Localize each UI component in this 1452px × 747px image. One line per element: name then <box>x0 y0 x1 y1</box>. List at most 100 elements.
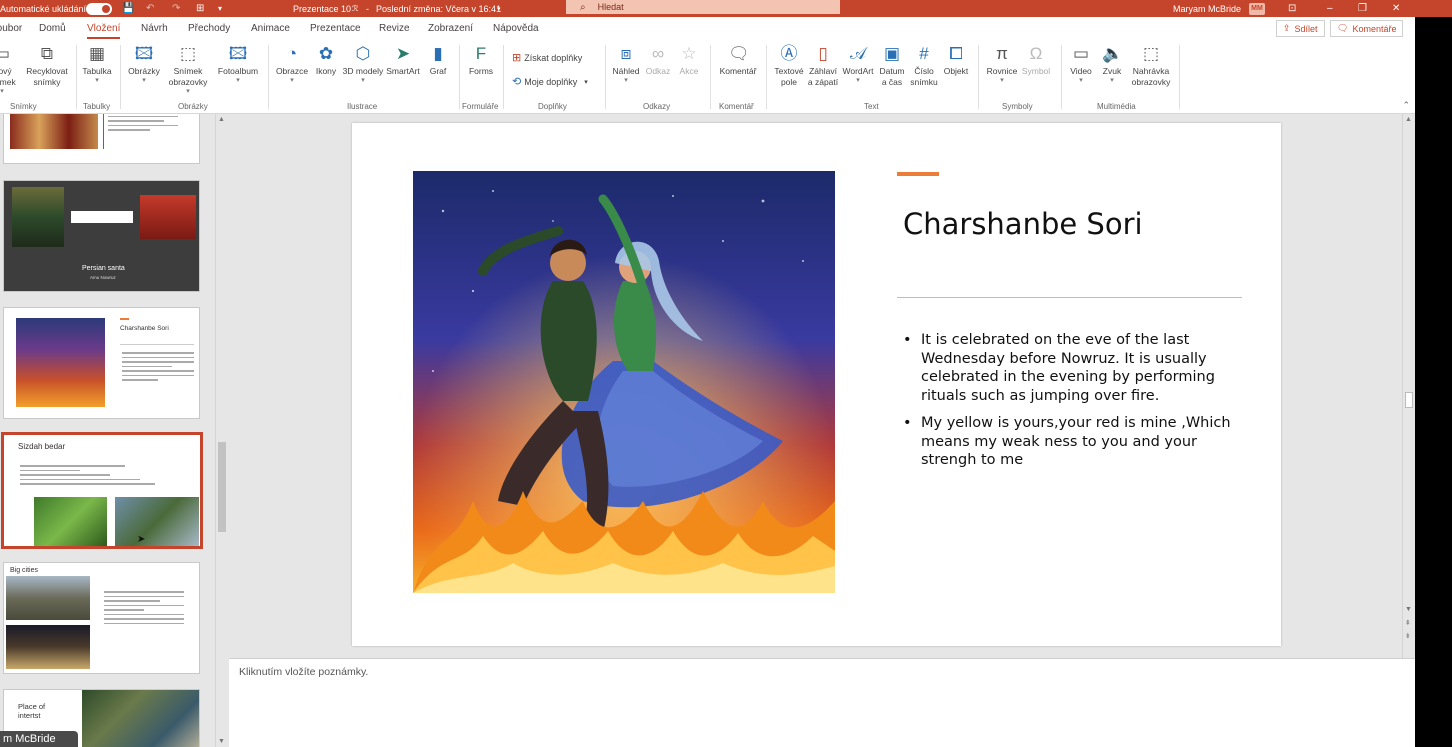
slide-number-button[interactable]: # Číslo snímku <box>906 44 942 88</box>
scroll-down-icon[interactable]: ▼ <box>218 738 225 745</box>
chevron-down-icon[interactable]: ▾ <box>497 0 501 17</box>
group-label-slides: Snímky <box>10 102 37 111</box>
slide-thumbnail[interactable]: Persian santa Amu Nowruz <box>3 180 200 292</box>
avatar[interactable]: MM <box>1249 2 1265 15</box>
smartart-button[interactable]: ➤ SmartArt <box>382 44 424 77</box>
slide-editor: Charshanbe Sori It is celebrated on the … <box>229 114 1402 658</box>
slide-thumbnail[interactable] <box>3 114 200 164</box>
speaker-icon: 🔈 <box>1102 44 1124 63</box>
object-button[interactable]: ⧠ Objekt <box>940 44 972 77</box>
get-addins-button[interactable]: ⊞ Získat doplňky <box>512 51 582 64</box>
audio-button[interactable]: 🔈 Zvuk ▾ <box>1098 44 1126 85</box>
present-icon[interactable]: ⊞ <box>196 0 204 17</box>
slide-thumbnail[interactable]: Big cities <box>3 562 200 674</box>
close-icon[interactable]: ✕ <box>1392 0 1400 17</box>
equation-button[interactable]: π Rovnice ▾ <box>983 44 1021 85</box>
table-label: Tabulka <box>82 66 112 76</box>
tab-insert[interactable]: Vložení <box>87 23 121 39</box>
tab-animations[interactable]: Animace <box>251 23 290 34</box>
tab-view[interactable]: Zobrazení <box>428 23 473 34</box>
video-button[interactable]: ▭ Video ▾ <box>1066 44 1096 85</box>
group-label-links: Odkazy <box>643 102 671 111</box>
comments-button[interactable]: 🗨 Komentáře <box>1330 20 1404 37</box>
3d-models-label: 3D modely <box>342 66 384 76</box>
chart-button[interactable]: ▮ Graf <box>424 44 452 77</box>
collab-icon: ℛ <box>352 4 359 13</box>
scroll-thumb[interactable] <box>218 442 226 532</box>
icons-button[interactable]: ✿ Ikony <box>311 44 341 77</box>
tab-transitions[interactable]: Přechody <box>188 23 230 34</box>
mouse-cursor-icon: ➤ <box>137 534 146 545</box>
reuse-slides-label: Recyklovat snímky <box>26 66 68 87</box>
table-button[interactable]: ▦ Tabulka ▾ <box>80 44 114 85</box>
next-slide-icon[interactable]: ⇟ <box>1405 632 1411 640</box>
screenshot-button[interactable]: ⬚ Snímek obrazovky ▾ <box>163 44 213 96</box>
tab-help[interactable]: Nápověda <box>493 23 539 34</box>
group-divider <box>1179 45 1180 109</box>
redo-icon[interactable]: ↷ <box>172 0 180 17</box>
zoom-button[interactable]: ⧈ Náhled ▾ <box>609 44 643 85</box>
textbox-icon: Ⓐ <box>780 44 798 63</box>
symbol-label: Symbol <box>1021 66 1051 76</box>
action-label: Akce <box>679 66 699 76</box>
slide-thumbnail[interactable]: Charshanbe Sori <box>3 307 200 419</box>
save-icon[interactable]: 💾 <box>122 0 134 17</box>
slide-picture[interactable] <box>413 171 835 593</box>
symbol-button[interactable]: Ω Symbol <box>1018 44 1054 77</box>
header-footer-label: Záhlaví a zápatí <box>807 66 839 87</box>
tab-design[interactable]: Návrh <box>141 23 168 34</box>
previous-slide-icon[interactable]: ⇞ <box>1405 619 1411 627</box>
share-button[interactable]: ⇪ Sdílet <box>1276 20 1325 37</box>
search-input[interactable]: ⌕ Hledat <box>566 0 840 14</box>
slide-title[interactable]: Charshanbe Sori <box>903 207 1143 241</box>
scroll-up-icon[interactable]: ▲ <box>218 116 225 123</box>
tab-review[interactable]: Revize <box>379 23 410 34</box>
screen-recording-button[interactable]: ⬚ Nahrávka obrazovky <box>1126 44 1176 88</box>
ribbon-display-icon[interactable]: ⊡ <box>1288 0 1296 17</box>
scroll-down-icon[interactable]: ▼ <box>1405 606 1412 613</box>
group-label-media: Multimédia <box>1097 102 1136 111</box>
autosave-toggle[interactable] <box>86 2 112 15</box>
tab-slideshow[interactable]: Prezentace <box>310 23 361 34</box>
screen-edge <box>1415 0 1452 747</box>
header-footer-button[interactable]: ▯ Záhlaví a zápatí <box>806 44 840 88</box>
tab-home[interactable]: Domů <box>39 23 66 34</box>
wordart-button[interactable]: 𝒜 WordArt ▾ <box>840 44 876 85</box>
pictures-button[interactable]: 🖾 Obrázky ▾ <box>125 44 163 85</box>
date-time-button[interactable]: ▣ Datum a čas <box>876 44 908 88</box>
scroll-thumb[interactable] <box>1405 392 1413 408</box>
zoom-label: Náhled <box>612 66 640 76</box>
thumbnail-scrollbar[interactable]: ▲ ▼ <box>215 114 228 747</box>
3d-models-button[interactable]: ⬡ 3D modely ▾ <box>341 44 385 85</box>
notes-pane[interactable]: Kliknutím vložíte poznámky. <box>229 658 1415 747</box>
comment-button[interactable]: 🗨 Komentář <box>714 44 762 77</box>
slide-scrollbar[interactable]: ▲ ▼ ⇞ ⇟ <box>1402 114 1415 658</box>
slide-number-icon: # <box>919 44 929 63</box>
scroll-up-icon[interactable]: ▲ <box>1405 116 1412 123</box>
textbox-button[interactable]: Ⓐ Textové pole <box>770 44 808 88</box>
action-button[interactable]: ☆ Akce <box>675 44 703 77</box>
link-icon: ∞ <box>651 44 665 63</box>
comment-label: Komentář <box>719 66 757 76</box>
thumbnail-title: Place of intertst <box>18 702 46 720</box>
customize-qat-icon[interactable]: ▾ <box>218 0 222 17</box>
thumbnail-accent <box>120 318 129 320</box>
photo-album-button[interactable]: 🖾 Fotoalbum ▾ <box>214 44 262 85</box>
slide-body-text[interactable]: It is celebrated on the eve of the last … <box>903 331 1238 479</box>
shapes-button[interactable]: ◔ Obrazce ▾ <box>272 44 312 85</box>
tab-file[interactable]: Soubor <box>0 23 22 34</box>
collapse-ribbon-icon[interactable]: ⌃ <box>1402 100 1410 111</box>
current-slide[interactable]: Charshanbe Sori It is celebrated on the … <box>352 123 1281 646</box>
minimize-icon[interactable]: – <box>1327 0 1333 17</box>
last-change-label[interactable]: Poslední změna: Včera v 16:41 <box>376 0 501 17</box>
reuse-slides-button[interactable]: ⧉ Recyklovat snímky <box>22 44 72 88</box>
undo-icon[interactable]: ↶ <box>146 0 154 17</box>
my-addins-button[interactable]: ⟲ Moje doplňky ▾ <box>512 75 588 88</box>
link-button[interactable]: ∞ Odkaz <box>643 44 673 77</box>
new-slide-button[interactable]: ▭ Nový snímek▾ <box>0 44 18 96</box>
forms-button[interactable]: F Forms <box>464 44 498 77</box>
restore-icon[interactable]: ❐ <box>1358 0 1367 17</box>
user-name[interactable]: Maryam McBride <box>1173 0 1241 17</box>
group-divider <box>503 45 504 109</box>
slide-thumbnail-selected[interactable]: Sizdah bedar ➤ <box>1 432 203 549</box>
